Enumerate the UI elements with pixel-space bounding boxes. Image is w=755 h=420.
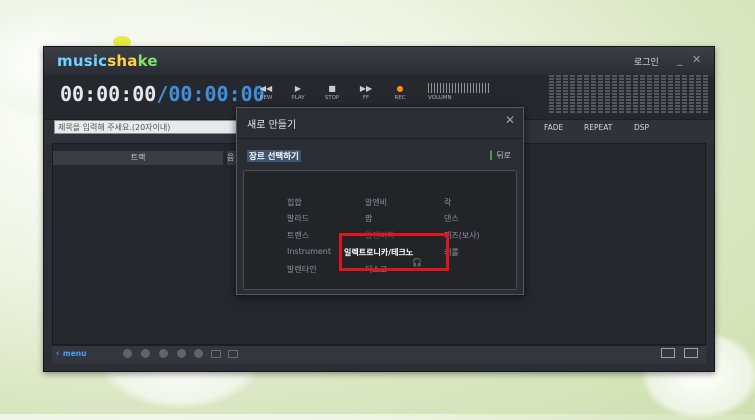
close-icon[interactable]: ✕ <box>692 53 701 66</box>
selection-highlight-box <box>339 233 449 271</box>
picture-icon[interactable] <box>684 348 698 358</box>
genre-item-rnb[interactable]: 알엔비 <box>365 197 387 208</box>
song-title-input[interactable]: 제목을 입력해 주세요.(20자이내) <box>54 120 264 134</box>
genre-item-jazz[interactable]: 재즈(보사) <box>444 230 480 241</box>
tool-icon[interactable] <box>141 349 150 358</box>
genre-item-trance[interactable]: 트랜스 <box>287 230 309 241</box>
ff-button[interactable]: ▶▶ FF <box>348 83 384 101</box>
time-display: 00:00:00/00:00:00 <box>60 82 265 106</box>
tool-icon[interactable] <box>228 350 238 358</box>
fast-forward-icon: ▶▶ <box>359 84 373 93</box>
volume-slider[interactable] <box>428 83 490 93</box>
volume-label: VOLUMN <box>428 95 452 101</box>
app-logo: musicshake <box>57 52 158 70</box>
fade-button[interactable]: FADE <box>544 123 563 132</box>
genre-item-instrument[interactable]: Instrument <box>287 247 331 256</box>
genre-item-ballad[interactable]: 발라드 <box>287 213 309 224</box>
genre-item-rock[interactable]: 락 <box>444 197 451 208</box>
play-icon: ▶ <box>294 84 302 93</box>
tool-icon[interactable] <box>123 349 132 358</box>
title-bar: musicshake 로그인 _ ✕ <box>44 47 714 75</box>
stop-icon: ■ <box>328 84 336 93</box>
genre-list: 힙합 알엔비 락 발라드 팝 댄스 트랜스 알앤비치 재즈(보사) Instru… <box>243 170 517 290</box>
tool-icon[interactable] <box>177 349 186 358</box>
track-header: 트랙 <box>53 151 223 165</box>
level-meter <box>549 75 709 113</box>
login-button[interactable]: 로그인 <box>634 55 659 68</box>
tool-icon[interactable] <box>194 349 203 358</box>
genre-item-hiphop[interactable]: 힙합 <box>287 197 302 208</box>
back-icon: ║ <box>488 151 494 160</box>
genre-item-dance[interactable]: 댄스 <box>444 213 459 224</box>
tool-icon[interactable] <box>211 350 221 358</box>
record-icon: ● <box>396 84 404 93</box>
back-button[interactable]: ║ 뒤로 <box>488 150 511 161</box>
tool-icon[interactable] <box>159 349 168 358</box>
close-icon[interactable]: ✕ <box>505 113 515 127</box>
repeat-button[interactable]: REPEAT <box>584 123 612 132</box>
dsp-button[interactable]: DSP <box>634 123 649 132</box>
divider <box>237 138 523 139</box>
genre-item-valentine[interactable]: 발렌타인 <box>287 264 316 275</box>
stop-button[interactable]: ■ STOP <box>314 83 350 101</box>
genre-item-pop[interactable]: 팝 <box>365 213 372 224</box>
genre-section-title: 장르 선택하기 <box>247 150 301 162</box>
window-icon[interactable] <box>661 348 675 358</box>
rew-button[interactable]: ◀◀ REW <box>248 83 284 101</box>
bottom-bar <box>52 345 706 364</box>
play-button[interactable]: ▶ PLAY <box>280 83 316 101</box>
menu-button[interactable]: ⚡ menu <box>55 349 86 358</box>
rec-button[interactable]: ● REC <box>382 83 418 101</box>
rewind-icon: ◀◀ <box>259 84 273 93</box>
dialog-title: 새로 만들기 <box>247 120 297 131</box>
minimize-icon[interactable]: _ <box>677 53 683 66</box>
